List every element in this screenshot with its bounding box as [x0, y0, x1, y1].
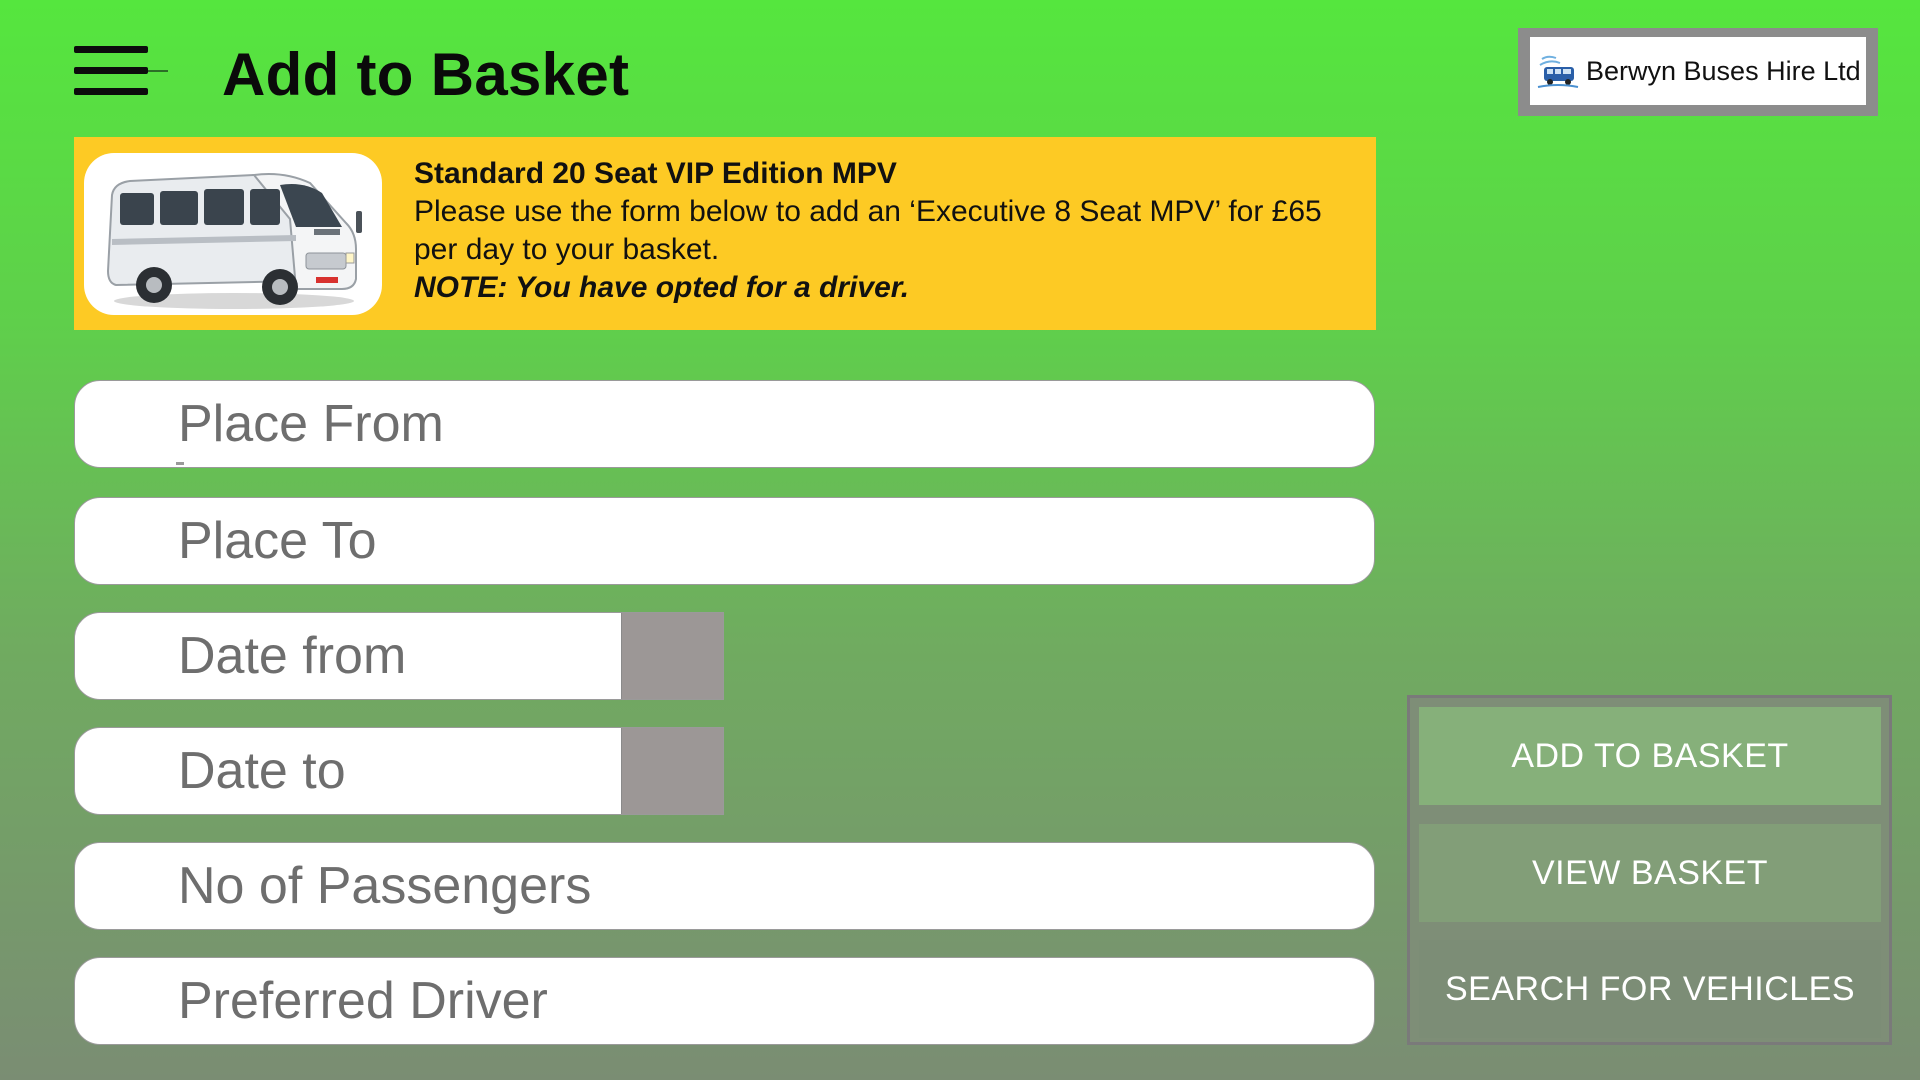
bus-logo-icon [1537, 55, 1579, 88]
passengers-placeholder: No of Passengers [178, 857, 592, 915]
logo-inner: Berwyn Buses Hire Ltd [1530, 37, 1866, 105]
menu-tick [148, 70, 168, 72]
hamburger-menu-icon[interactable] [74, 46, 170, 96]
menu-bar [74, 88, 148, 95]
minibus-image [106, 173, 362, 309]
place-to-placeholder: Place To [178, 512, 377, 570]
place-to-field[interactable]: Place To [74, 497, 1375, 585]
driver-note: NOTE: You have opted for a driver. [414, 271, 910, 304]
place-from-placeholder: Place From [178, 395, 444, 453]
page-title: Add to Basket [222, 41, 630, 108]
view-basket-button[interactable]: VIEW BASKET [1419, 824, 1881, 922]
vehicle-image [84, 153, 382, 315]
preferred-driver-field[interactable]: Preferred Driver [74, 957, 1375, 1045]
date-to-field[interactable]: Date to [74, 727, 724, 815]
date-to-placeholder: Date to [178, 742, 346, 800]
action-button-panel: ADD TO BASKET VIEW BASKET SEARCH FOR VEH… [1407, 695, 1892, 1045]
company-logo: Berwyn Buses Hire Ltd [1518, 28, 1878, 116]
banner-text: Standard 20 Seat VIP Edition MPV Please … [414, 155, 1354, 307]
company-name: Berwyn Buses Hire Ltd [1586, 55, 1861, 86]
text-cursor [176, 462, 184, 465]
date-to-picker-button[interactable] [621, 728, 723, 814]
add-to-basket-button[interactable]: ADD TO BASKET [1419, 707, 1881, 805]
menu-bar [74, 67, 148, 74]
date-from-picker-button[interactable] [621, 613, 723, 699]
vehicle-banner: Standard 20 Seat VIP Edition MPV Please … [74, 137, 1376, 330]
vehicle-description: Please use the form below to add an ‘Exe… [414, 195, 1322, 266]
search-vehicles-button[interactable]: SEARCH FOR VEHICLES [1419, 940, 1881, 1038]
place-from-field[interactable]: Place From [74, 380, 1375, 468]
date-from-placeholder: Date from [178, 627, 407, 685]
passengers-field[interactable]: No of Passengers [74, 842, 1375, 930]
date-from-field[interactable]: Date from [74, 612, 724, 700]
vehicle-title: Standard 20 Seat VIP Edition MPV [414, 157, 897, 190]
preferred-driver-placeholder: Preferred Driver [178, 972, 548, 1030]
menu-bar [74, 46, 148, 53]
